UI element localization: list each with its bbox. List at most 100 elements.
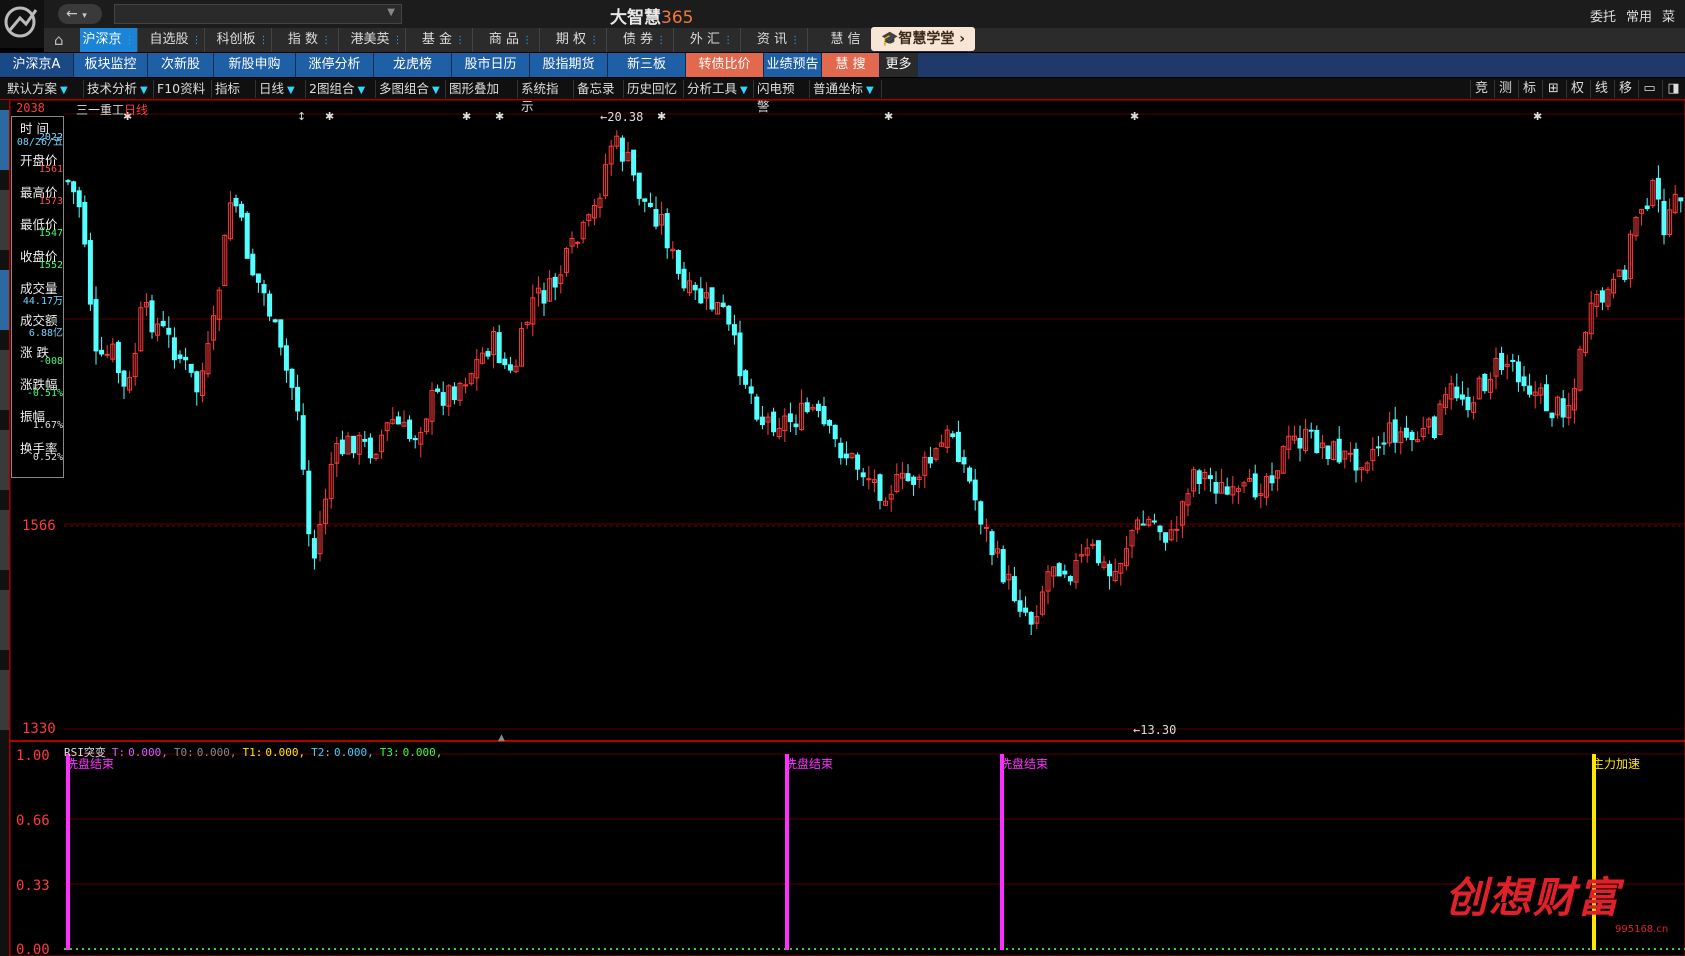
- chevron-down-icon[interactable]: ▼: [387, 7, 395, 18]
- board-tab-0[interactable]: 沪深京A: [0, 53, 74, 77]
- candle-body: [1028, 611, 1034, 625]
- board-tab-8[interactable]: 新三板: [608, 53, 686, 77]
- kline-chart[interactable]: ✱ ↕ ✱ ✱ ✱ ✱ ✱ ✱ ✱▲: [10, 100, 1685, 956]
- side-tab-6[interactable]: [0, 590, 9, 650]
- tool-11[interactable]: 分析工具 ▼: [684, 80, 754, 98]
- right-tool-3[interactable]: ⊞: [1542, 80, 1564, 98]
- tool-3[interactable]: 指标: [212, 80, 256, 98]
- right-tool-6[interactable]: 移: [1614, 80, 1636, 98]
- market-tab-5[interactable]: 基 金 ⋮: [415, 28, 473, 52]
- candle-body: [121, 370, 127, 387]
- tool-6[interactable]: 多图组合 ▼: [376, 80, 446, 98]
- tool-7[interactable]: 图形叠加: [446, 80, 518, 98]
- side-tab-4[interactable]: [0, 430, 9, 490]
- dropdown-triangle-icon[interactable]: ▼: [60, 85, 68, 96]
- tool-2[interactable]: F10资料: [154, 80, 212, 98]
- tool-13[interactable]: 普通坐标 ▼: [810, 80, 882, 98]
- tool-4[interactable]: 日线 ▼: [256, 80, 306, 98]
- board-tab-12[interactable]: 更多: [880, 53, 918, 77]
- dropdown-triangle-icon[interactable]: ▼: [866, 85, 874, 96]
- quote-info-panel: 时 间 2022 08/26/五 开盘价 1561 最高价 1573 最低价 1547 收盘价 15…: [11, 116, 64, 478]
- tool-5[interactable]: 2图组合 ▼: [306, 80, 376, 98]
- more-dots-icon[interactable]: ⋮: [720, 35, 733, 46]
- right-tool-5[interactable]: 线: [1590, 80, 1612, 98]
- command-input[interactable]: ▼: [114, 4, 402, 24]
- tool-9[interactable]: 备忘录: [574, 80, 624, 98]
- board-tab-1[interactable]: 板块监控: [74, 53, 148, 77]
- market-tab-1[interactable]: 自选股 ⋮: [147, 28, 205, 52]
- dropdown-triangle-icon[interactable]: ▼: [140, 85, 148, 96]
- candle-body: [351, 435, 357, 454]
- board-tab-10[interactable]: 业绩预告: [764, 53, 822, 77]
- side-tab-7[interactable]: [0, 670, 9, 730]
- tool-0[interactable]: 默认方案 ▼: [4, 80, 84, 98]
- board-tab-2[interactable]: 次新股: [148, 53, 214, 77]
- board-tab-7[interactable]: 股指期货: [530, 53, 608, 77]
- board-tab-5[interactable]: 龙虎榜: [374, 53, 452, 77]
- market-tab-4[interactable]: 港美英 ⋮: [348, 28, 406, 52]
- tool-12[interactable]: 闪电预警: [754, 80, 810, 114]
- more-dots-icon[interactable]: ⋮: [122, 35, 135, 46]
- more-dots-icon[interactable]: ⋮: [189, 35, 202, 46]
- trade-link[interactable]: 委托: [1590, 6, 1616, 25]
- dropdown-triangle-icon[interactable]: ▼: [357, 85, 365, 96]
- tool-8[interactable]: 系统指示: [518, 80, 574, 114]
- board-tab-3[interactable]: 新股申购: [214, 53, 296, 77]
- more-dots-icon[interactable]: ⋮: [256, 35, 269, 46]
- candle-body: [759, 416, 765, 426]
- academy-button[interactable]: 🎓智慧学堂 ›: [871, 27, 975, 51]
- dropdown-triangle-icon[interactable]: ▼: [432, 85, 440, 96]
- more-dots-icon[interactable]: ⋮: [519, 35, 532, 46]
- market-tab-10[interactable]: 资 讯 ⋮: [750, 28, 808, 52]
- candle-body: [731, 324, 737, 336]
- candle-body: [300, 415, 306, 470]
- right-tool-7[interactable]: ▭: [1638, 80, 1660, 98]
- right-tool-8[interactable]: ◨: [1662, 80, 1684, 98]
- candle-body: [507, 364, 513, 371]
- side-tab-5[interactable]: [0, 510, 9, 570]
- candle-body: [821, 406, 827, 425]
- side-tab-3[interactable]: [0, 350, 9, 410]
- dropdown-triangle-icon[interactable]: ▼: [287, 85, 295, 96]
- info-value: 1.67%: [32, 420, 63, 431]
- common-link[interactable]: 常用: [1626, 6, 1652, 25]
- market-tab-3[interactable]: 指 数 ⋮: [281, 28, 339, 52]
- right-tool-2[interactable]: 标: [1518, 80, 1540, 98]
- market-tab-2[interactable]: 科创板 ⋮: [214, 28, 272, 52]
- candle-body: [642, 198, 648, 202]
- back-forward-button[interactable]: ← ▾: [58, 4, 102, 24]
- more-dots-icon[interactable]: ⋮: [653, 35, 666, 46]
- tool-1[interactable]: 技术分析 ▼: [84, 80, 154, 98]
- app-logo[interactable]: [0, 0, 44, 48]
- market-tab-8[interactable]: 债 券 ⋮: [616, 28, 674, 52]
- market-tab-0[interactable]: 沪深京 ⋮: [80, 28, 138, 52]
- board-tab-4[interactable]: 涨停分析: [296, 53, 374, 77]
- board-tab-9[interactable]: 转债比价: [686, 53, 764, 77]
- home-icon[interactable]: ⌂: [54, 32, 72, 48]
- more-dots-icon[interactable]: ⋮: [586, 35, 599, 46]
- right-tool-4[interactable]: 权: [1566, 80, 1588, 98]
- candle-body: [1515, 361, 1521, 383]
- market-tab-11[interactable]: 慧 信: [817, 28, 875, 52]
- side-tab-2[interactable]: [0, 270, 9, 330]
- board-tab-6[interactable]: 股市日历: [452, 53, 530, 77]
- right-tool-0[interactable]: 竞: [1470, 80, 1492, 98]
- side-tab-strip[interactable]: [0, 100, 10, 956]
- candle-body: [720, 302, 726, 307]
- side-tab-0[interactable]: [0, 110, 9, 170]
- tool-10[interactable]: 历史回忆: [624, 80, 684, 98]
- more-dots-icon[interactable]: ⋮: [390, 35, 403, 46]
- market-tab-9[interactable]: 外 汇 ⋮: [683, 28, 741, 52]
- side-tab-1[interactable]: [0, 190, 9, 250]
- board-tab-11[interactable]: 慧 搜: [822, 53, 880, 77]
- dropdown-triangle-icon[interactable]: ▼: [740, 85, 748, 96]
- market-tab-7[interactable]: 期 权 ⋮: [549, 28, 607, 52]
- more-dots-icon[interactable]: ⋮: [452, 35, 465, 46]
- more-dots-icon[interactable]: ⋮: [787, 35, 800, 46]
- candle-body: [967, 467, 973, 482]
- candle-body: [1023, 607, 1029, 613]
- back-arrow-icon[interactable]: ←: [66, 6, 78, 22]
- more-dots-icon[interactable]: ⋮: [318, 35, 331, 46]
- market-tab-6[interactable]: 商 品 ⋮: [482, 28, 540, 52]
- right-tool-1[interactable]: 测: [1494, 80, 1516, 98]
